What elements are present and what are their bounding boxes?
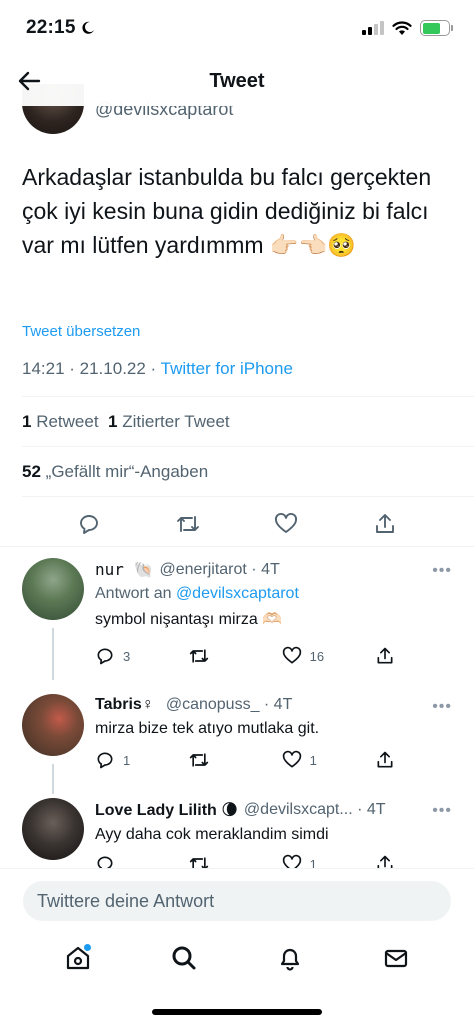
mail-icon [384, 949, 408, 968]
clock-text: 22:15 [26, 17, 76, 38]
tab-messages[interactable] [379, 941, 413, 975]
comment-count: 3 [123, 648, 131, 664]
tweet-timestamp: 14:21 · 21.10.22 · [22, 359, 161, 378]
search-icon [172, 946, 196, 970]
status-time: 22:15 [26, 17, 95, 39]
tab-notifications[interactable] [273, 941, 307, 975]
notification-dot [84, 944, 91, 951]
thread-line [52, 764, 54, 794]
status-icons [362, 20, 453, 36]
reply-text: Ayy daha cok meraklandim simdi [95, 826, 329, 843]
retweet-stats[interactable]: 1 Retweet 1 Zitierter Tweet [22, 412, 230, 432]
reply-author-handle[interactable]: @canopuss_ · 4T [166, 696, 293, 714]
page-title: Tweet [209, 69, 265, 92]
heart-icon [282, 646, 301, 664]
tweet-source-link[interactable]: Twitter for iPhone [161, 359, 293, 378]
reply-header: Tabris♀ @canopuss_ · 4T [95, 696, 452, 714]
reply-author-name[interactable]: Tabris♀ [95, 696, 154, 714]
comment-count: 1 [123, 752, 131, 768]
reply-author-name[interactable]: nur 🐚 [95, 560, 153, 579]
back-button[interactable] [14, 66, 44, 96]
heart-icon [275, 512, 298, 533]
reply-share-button[interactable] [375, 750, 395, 770]
reply-button[interactable] [76, 511, 102, 537]
battery-icon [420, 20, 453, 36]
avatar[interactable] [22, 558, 84, 620]
reply-comment-button[interactable]: 1 [95, 750, 155, 770]
reply-text: mirza bize tek atıyo mutlaka git. [95, 720, 320, 737]
replying-to: Antwort an @devilsxcaptarot [95, 585, 452, 603]
share-icon [377, 751, 393, 768]
tweet-action-bar [0, 504, 474, 544]
retweet-icon [176, 516, 199, 532]
status-bar: 22:15 [0, 0, 474, 56]
reply-share-button[interactable] [375, 646, 395, 666]
avatar[interactable] [22, 694, 84, 756]
translate-link[interactable]: Tweet übersetzen [22, 323, 140, 340]
divider [22, 446, 474, 447]
reply-content: Love Lady Lilith 🌘 @devilsxcapt... · 4T … [95, 800, 452, 846]
retweet-button[interactable] [175, 511, 201, 537]
retweet-icon [190, 649, 209, 663]
tab-search[interactable] [167, 941, 201, 975]
reply-author-name[interactable]: Love Lady Lilith 🌘 [95, 800, 238, 820]
divider [0, 546, 474, 547]
reply-retweet-button[interactable] [188, 646, 248, 666]
share-icon [377, 647, 393, 664]
like-count: 52 [22, 462, 41, 481]
reply-retweet-button[interactable] [188, 750, 248, 770]
replying-to-mention[interactable]: @devilsxcaptarot [176, 585, 299, 602]
share-icon [375, 514, 394, 533]
wifi-icon [392, 20, 412, 35]
quote-count: 1 [108, 412, 118, 431]
quote-label: Zitierter Tweet [122, 412, 230, 431]
like-count: 1 [309, 752, 317, 768]
reply-author-handle[interactable]: @devilsxcapt... · 4T [244, 801, 386, 819]
compose-area: Twittere deine Antwort [0, 868, 474, 928]
more-options-icon[interactable]: ••• [432, 562, 452, 580]
reply-text: symbol nişantaşı mirza 🫶🏻 [95, 611, 283, 628]
reply-icon [80, 515, 99, 534]
retweet-count: 1 [22, 412, 32, 431]
thread-line [52, 628, 54, 680]
arrow-left-icon [18, 71, 41, 91]
heart-icon [282, 750, 301, 768]
like-count: 16 [309, 648, 325, 664]
reply-like-button[interactable]: 1 [282, 750, 342, 770]
reply-compose-input[interactable]: Twittere deine Antwort [23, 881, 451, 921]
reply-content: Tabris♀ @canopuss_ · 4T ••• mirza bize t… [95, 696, 452, 740]
reply-header: Love Lady Lilith 🌘 @devilsxcapt... · 4T [95, 800, 452, 820]
more-options-icon[interactable]: ••• [432, 698, 452, 716]
tweet-text: Arkadaşlar istanbulda bu falcı gerçekten… [22, 164, 432, 258]
reply-comment-button[interactable]: 3 [95, 646, 155, 666]
tweet-meta: 14:21 · 21.10.22 · Twitter for iPhone [22, 359, 293, 379]
reply-content: nur 🐚 @enerjitarot · 4T ••• Antwort an @… [95, 560, 452, 631]
like-button[interactable] [273, 511, 299, 537]
bell-icon [280, 948, 300, 971]
divider [22, 496, 474, 497]
reply-icon [97, 648, 113, 665]
like-label: „Gefällt mir“-Angaben [45, 462, 209, 481]
reply-icon [97, 752, 113, 769]
tab-home[interactable] [61, 941, 95, 975]
retweet-icon [190, 753, 209, 767]
header: Tweet [0, 56, 474, 106]
home-indicator[interactable] [152, 1009, 322, 1015]
like-stats[interactable]: 52 „Gefällt mir“-Angaben [22, 462, 208, 482]
reply-like-button[interactable]: 16 [282, 646, 342, 666]
reply-action-bar: 1 1 [95, 750, 395, 770]
avatar[interactable] [22, 798, 84, 860]
reply-author-handle[interactable]: @enerjitarot · 4T [159, 561, 279, 579]
retweet-label: Retweet [36, 412, 99, 431]
replying-to-prefix: Antwort an [95, 585, 176, 602]
reply-action-bar: 3 16 [95, 646, 395, 666]
share-button[interactable] [372, 511, 398, 537]
cellular-signal-icon [362, 21, 384, 35]
moon-icon [82, 21, 94, 34]
bottom-tab-bar [0, 930, 474, 986]
more-options-icon[interactable]: ••• [432, 802, 452, 820]
divider [22, 396, 474, 397]
reply-header: nur 🐚 @enerjitarot · 4T [95, 560, 452, 579]
